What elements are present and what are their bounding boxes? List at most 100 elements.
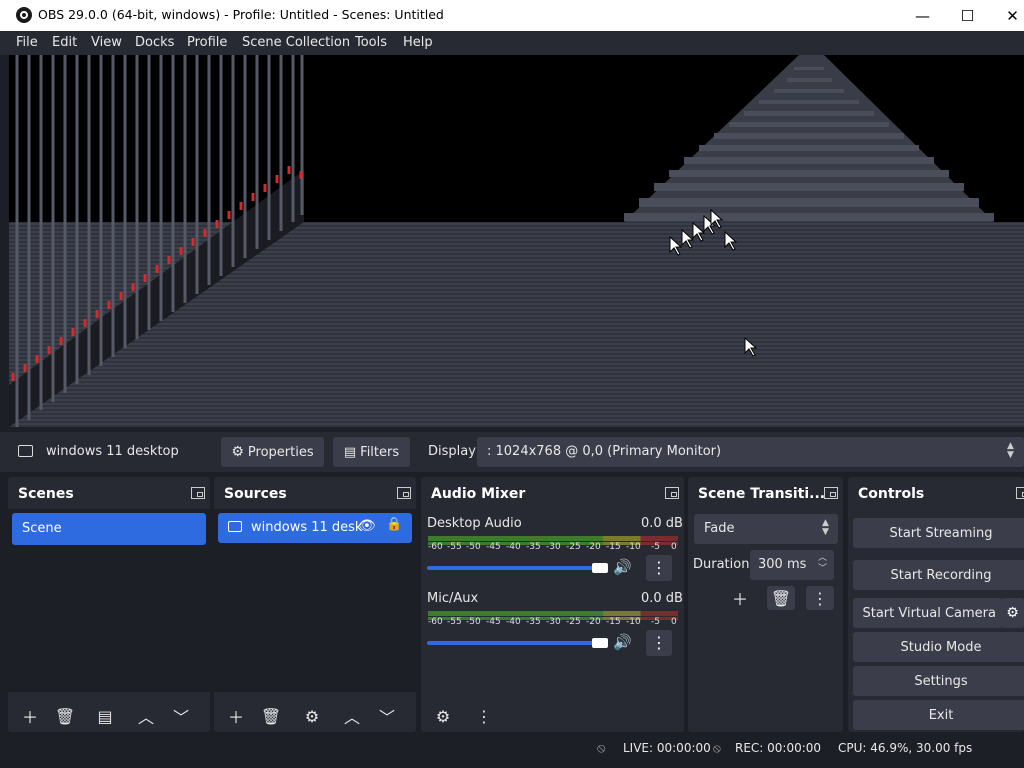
source-properties-button[interactable]: ⚙	[298, 704, 326, 728]
updown-arrows-icon: ▲ ▼	[1007, 441, 1014, 460]
trash-icon: 🗑	[54, 706, 76, 726]
tick-label: -60	[428, 542, 443, 552]
tick-label: -30	[546, 617, 561, 627]
move-source-down-button[interactable]: ﹀	[373, 704, 401, 728]
speaker-icon[interactable]: 🔊	[613, 633, 632, 651]
maximize-button[interactable]: ☐	[945, 0, 990, 31]
lock-icon[interactable]: 🔒	[386, 517, 402, 532]
transition-select[interactable]: Fade ▲ ▼	[694, 514, 838, 544]
status-bar: ⦸ LIVE: 00:00:00 ⦸ REC: 00:00:00 CPU: 46…	[0, 737, 1024, 768]
menu-docks[interactable]: Docks	[135, 35, 174, 50]
remove-source-button[interactable]: 🗑	[257, 704, 285, 728]
volume-slider[interactable]	[427, 641, 607, 645]
volume-meter	[428, 611, 678, 616]
studio-mode-button[interactable]: Studio Mode	[853, 632, 1024, 662]
undock-icon[interactable]	[191, 487, 205, 499]
menu-help[interactable]: Help	[403, 35, 433, 50]
spin-arrows-icon[interactable]: ︿ ﹀	[818, 553, 827, 575]
menu-file[interactable]: File	[16, 35, 38, 50]
network-icon: ⦸	[597, 741, 606, 756]
menu-profile[interactable]: Profile	[187, 35, 227, 50]
duration-value: 300 ms	[758, 557, 807, 572]
tick-label: -45	[486, 542, 501, 552]
monitor-icon	[18, 445, 33, 457]
exit-button[interactable]: Exit	[853, 700, 1024, 730]
record-icon: ⦸	[713, 741, 721, 755]
close-button[interactable]: ✕	[990, 0, 1024, 31]
selected-source-name: windows 11 desktop	[46, 444, 179, 459]
scenes-dock: Scenes Scene ＋ 🗑 ▤ ︿ ﹀	[8, 477, 210, 732]
settings-button[interactable]: Settings	[853, 666, 1024, 696]
obs-logo-icon	[16, 7, 32, 23]
add-source-button[interactable]: ＋	[222, 704, 250, 728]
move-source-up-button[interactable]: ︿	[338, 704, 366, 728]
add-transition-button[interactable]: ＋	[726, 586, 754, 610]
eye-icon[interactable]: 👁	[358, 518, 376, 534]
duration-spinbox[interactable]: 300 ms ︿ ﹀	[750, 550, 834, 580]
updown-arrows-icon: ▲ ▼	[822, 518, 829, 537]
move-scene-down-button[interactable]: ﹀	[167, 704, 195, 728]
channel-level: 0.0 dB	[641, 516, 683, 531]
menu-view[interactable]: View	[91, 35, 122, 50]
display-label: Display	[428, 444, 476, 459]
volume-slider[interactable]	[427, 566, 607, 570]
menu-tools[interactable]: Tools	[355, 35, 387, 50]
scene-filters-button[interactable]: ▤	[91, 704, 119, 728]
scene-transitions-title: Scene Transiti...	[698, 486, 826, 502]
list-item[interactable]: windows 11 desk 👁 🔒	[218, 513, 412, 543]
tick-label: -55	[447, 542, 462, 552]
list-item[interactable]: Scene	[12, 513, 206, 545]
remove-scene-button[interactable]: 🗑	[51, 704, 79, 728]
tick-label: -25	[566, 617, 581, 627]
channel-name: Mic/Aux	[427, 591, 479, 606]
tick-label: -45	[486, 617, 501, 627]
mixer-settings-button[interactable]: ⚙	[429, 704, 457, 728]
tick-label: -60	[428, 617, 443, 627]
undock-icon[interactable]	[824, 487, 838, 499]
add-scene-button[interactable]: ＋	[16, 704, 44, 728]
undock-icon[interactable]	[397, 487, 411, 499]
sources-title: Sources	[224, 486, 287, 502]
filters-icon: ▤	[97, 706, 113, 726]
tick-label: -35	[526, 617, 541, 627]
menu-edit[interactable]: Edit	[52, 35, 77, 50]
chevron-up-icon: ︿	[137, 708, 154, 727]
cpu-fps: CPU: 46.9%, 30.00 fps	[838, 741, 973, 755]
monitor-icon	[228, 521, 242, 532]
undock-icon[interactable]	[1016, 487, 1024, 499]
gear-icon: ⚙	[304, 706, 320, 726]
filters-button[interactable]: ▤ Filters	[333, 437, 410, 467]
start-streaming-button[interactable]: Start Streaming	[853, 518, 1024, 548]
plus-icon: ＋	[21, 708, 38, 727]
start-virtual-camera-button[interactable]: Start Virtual Camera	[853, 598, 1002, 628]
menu-scene-collection[interactable]: Scene Collection	[242, 35, 350, 50]
speaker-icon[interactable]: 🔊	[613, 558, 632, 576]
rec-time: REC: 00:00:00	[735, 741, 822, 755]
display-select-value: : 1024x768 @ 0,0 (Primary Monitor)	[487, 444, 722, 459]
remove-transition-button[interactable]: 🗑	[767, 586, 795, 610]
vertical-ellipsis-icon[interactable]: ⋮	[646, 630, 672, 656]
vertical-ellipsis-icon[interactable]: ⋮	[646, 555, 672, 581]
transition-menu-button[interactable]: ⋮	[806, 586, 834, 610]
minimize-button[interactable]: —	[900, 0, 945, 31]
display-select[interactable]: : 1024x768 @ 0,0 (Primary Monitor) ▲ ▼	[477, 437, 1024, 467]
tick-label: -50	[466, 542, 481, 552]
mixer-menu-button[interactable]: ⋮	[470, 704, 498, 728]
undock-icon[interactable]	[665, 487, 679, 499]
virtual-camera-settings-gear-icon[interactable]: ⚙	[1001, 598, 1024, 628]
properties-button[interactable]: ⚙ Properties	[221, 437, 324, 467]
plus-icon: ＋	[731, 590, 748, 609]
meter-scale: -60 -55 -50 -45 -40 -35 -30 -25 -20 -15 …	[428, 617, 680, 627]
transition-select-value: Fade	[704, 521, 735, 536]
tick-label: -30	[546, 542, 561, 552]
start-recording-button[interactable]: Start Recording	[853, 560, 1024, 590]
scene-name: Scene	[22, 521, 62, 536]
volume-slider-handle[interactable]	[592, 563, 608, 573]
channel-name: Desktop Audio	[427, 516, 522, 531]
volume-slider-handle[interactable]	[592, 638, 608, 648]
preview-canvas[interactable]	[9, 55, 1024, 427]
move-scene-up-button[interactable]: ︿	[132, 704, 160, 728]
menu-bar: File Edit View Docks Profile Scene Colle…	[0, 31, 1024, 55]
sources-dock: Sources windows 11 desk 👁 🔒 ＋ 🗑 ⚙ ︿ ﹀	[214, 477, 416, 732]
plus-icon: ＋	[227, 708, 244, 727]
